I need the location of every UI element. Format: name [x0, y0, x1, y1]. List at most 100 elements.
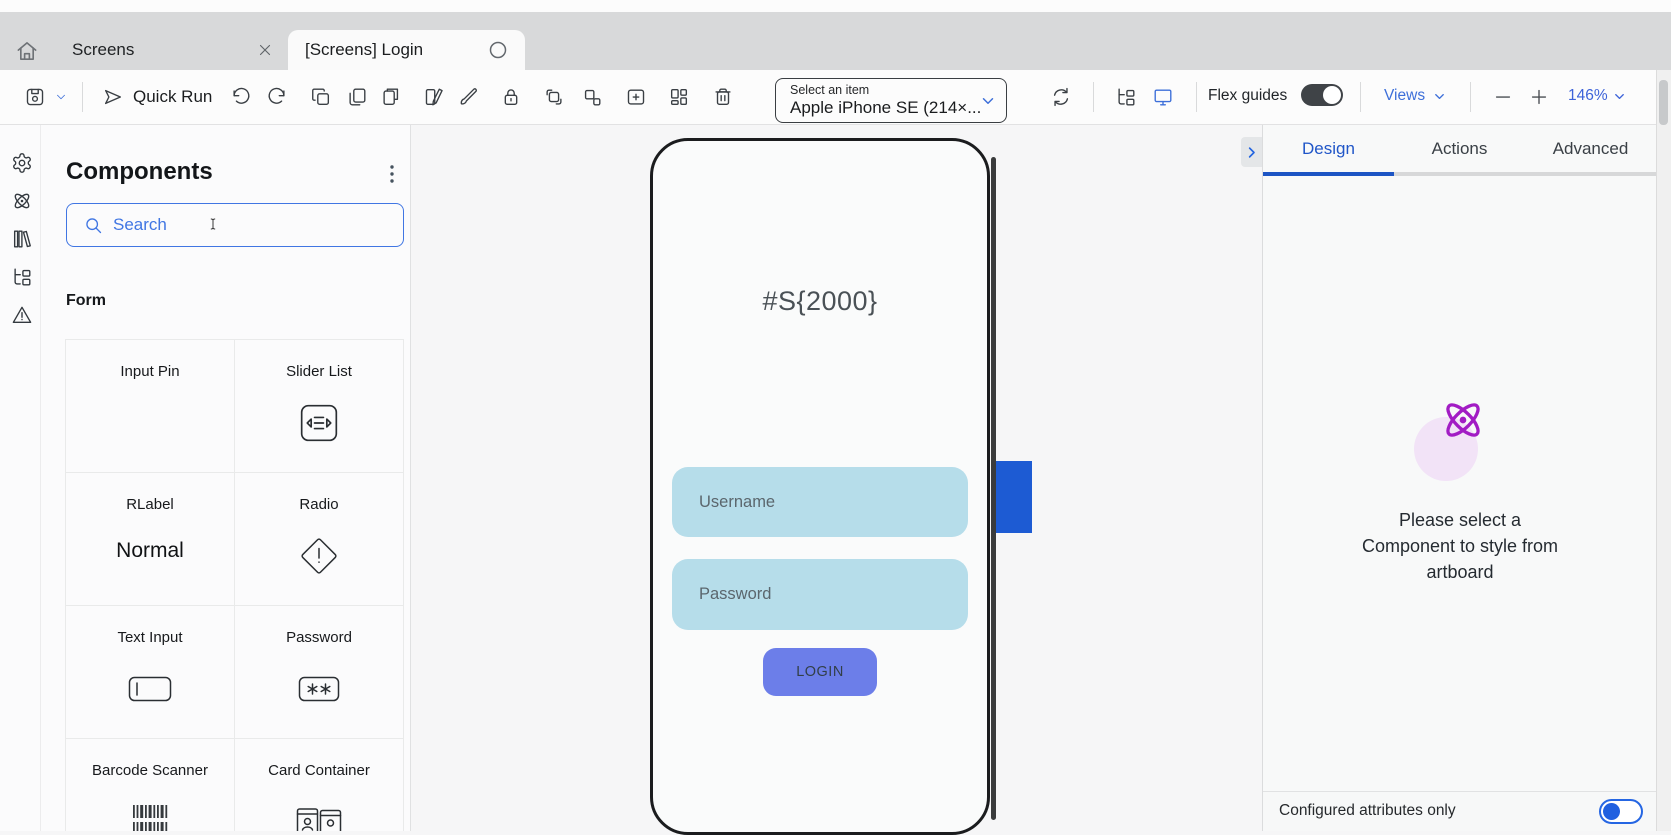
chevron-down-icon: [1432, 89, 1447, 104]
artboard-screen-title[interactable]: #S{2000}: [653, 286, 987, 317]
component-label: Password: [235, 629, 403, 646]
component-item-barcode-scanner[interactable]: Barcode Scanner: [66, 739, 235, 831]
duplicate-button[interactable]: [346, 86, 368, 108]
zoom-in-button[interactable]: [1528, 86, 1550, 108]
views-dropdown[interactable]: Views: [1384, 87, 1425, 105]
toolbar-divider: [82, 82, 83, 112]
group-button[interactable]: [543, 86, 565, 108]
components-panel: Components Form Input Pin Slider List RL…: [41, 125, 410, 831]
chevron-down-icon: [979, 92, 997, 110]
component-item-slider-list[interactable]: Slider List: [235, 340, 404, 473]
delete-button[interactable]: [712, 86, 734, 108]
warnings-rail-button[interactable]: [11, 304, 33, 326]
components-icon: [11, 190, 33, 212]
preview-icon: [1152, 86, 1174, 108]
login-button[interactable]: LOGIN: [763, 648, 877, 696]
device-selector-label: Select an item: [790, 83, 869, 97]
save-icon: [24, 86, 46, 108]
lock-icon: [500, 86, 522, 108]
atom-illustration: [1263, 395, 1657, 485]
close-tab-button[interactable]: [256, 41, 274, 59]
theme-icon: [423, 86, 445, 108]
text-input-icon: [128, 676, 172, 702]
ungroup-button[interactable]: [581, 86, 603, 108]
copy-button[interactable]: [310, 86, 332, 108]
redo-button[interactable]: [266, 86, 288, 108]
hierarchy-rail-button[interactable]: [11, 266, 33, 288]
tree-view-icon: [1115, 86, 1137, 108]
component-label: RLabel: [66, 496, 234, 513]
tab-design[interactable]: Design: [1263, 139, 1394, 159]
add-screen-button[interactable]: [625, 86, 647, 108]
component-item-text-input[interactable]: Text Input: [66, 606, 235, 739]
component-item-password[interactable]: Password: [235, 606, 404, 739]
selection-rect[interactable]: [994, 461, 1032, 533]
components-panel-title: Components: [66, 158, 213, 186]
sync-button[interactable]: [1050, 86, 1072, 108]
tab-label: [Screens] Login: [305, 40, 423, 60]
preview-button[interactable]: [1152, 86, 1174, 108]
configured-attributes-toggle[interactable]: [1599, 799, 1643, 824]
quick-run-icon: [102, 86, 124, 108]
tab-actions[interactable]: Actions: [1394, 139, 1525, 159]
app-scrollbar[interactable]: [1656, 70, 1671, 831]
password-icon: [298, 676, 340, 702]
empty-state: Please select a Component to style from …: [1263, 395, 1657, 585]
paste-button[interactable]: [380, 86, 402, 108]
slider-list-icon: [300, 404, 338, 442]
component-search-input[interactable]: [111, 206, 385, 244]
lock-button[interactable]: [500, 86, 522, 108]
barcode-icon: [130, 805, 170, 831]
library-rail-button[interactable]: [11, 228, 33, 250]
flex-guides-label: Flex guides: [1208, 87, 1287, 105]
brush-icon: [458, 86, 480, 108]
tab-screens[interactable]: Screens: [72, 40, 134, 60]
form-section-title: Form: [66, 292, 106, 310]
component-label: Text Input: [66, 629, 234, 646]
quick-run-label[interactable]: Quick Run: [133, 87, 212, 107]
settings-icon: [11, 152, 33, 174]
layout-icon: [668, 86, 690, 108]
design-canvas[interactable]: #S{2000} Username Password LOGIN: [411, 125, 1262, 831]
tree-view-button[interactable]: [1115, 86, 1137, 108]
components-menu-button[interactable]: [385, 163, 399, 185]
save-options-button[interactable]: [54, 90, 68, 112]
tab-bar: Screens [Screens] Login: [0, 12, 1671, 70]
password-field[interactable]: Password: [672, 559, 968, 630]
home-button[interactable]: [14, 38, 40, 64]
app-scrollbar-thumb[interactable]: [1659, 80, 1668, 125]
radio-icon: [296, 533, 342, 579]
expand-panel-button[interactable]: [1241, 137, 1262, 167]
home-icon: [14, 38, 40, 64]
username-field[interactable]: Username: [672, 467, 968, 537]
component-item-radio[interactable]: Radio: [235, 473, 404, 606]
flex-guides-toggle[interactable]: [1301, 84, 1343, 106]
layout-button[interactable]: [668, 86, 690, 108]
quick-run-button[interactable]: [102, 86, 124, 108]
device-selector[interactable]: Select an item Apple iPhone SE (214×...: [775, 78, 1007, 123]
brush-button[interactable]: [458, 86, 480, 108]
tab-screens-login[interactable]: [Screens] Login: [288, 30, 525, 70]
tab-advanced[interactable]: Advanced: [1525, 139, 1656, 159]
rlabel-preview-text: Normal: [66, 539, 234, 563]
component-item-card-container[interactable]: Card Container: [235, 739, 404, 831]
component-item-input-pin[interactable]: Input Pin: [66, 340, 235, 473]
zoom-in-icon: [1528, 86, 1550, 108]
save-button[interactable]: [24, 86, 46, 108]
component-item-rlabel[interactable]: RLabel Normal: [66, 473, 235, 606]
zoom-out-button[interactable]: [1492, 86, 1514, 108]
components-grid: Input Pin Slider List RLabel Normal Radi…: [65, 339, 404, 831]
device-selector-value: Apple iPhone SE (214×...: [790, 98, 981, 118]
zoom-level-dropdown[interactable]: 146%: [1568, 87, 1608, 105]
tab-status-circle-icon: [488, 40, 508, 60]
settings-rail-button[interactable]: [11, 152, 33, 174]
search-icon: [83, 215, 104, 236]
chevron-down-icon: [54, 90, 68, 104]
theme-button[interactable]: [423, 86, 445, 108]
components-rail-button[interactable]: [11, 190, 33, 212]
library-icon: [11, 228, 33, 250]
undo-button[interactable]: [230, 86, 252, 108]
component-label: Slider List: [235, 363, 403, 380]
phone-artboard[interactable]: #S{2000} Username Password LOGIN: [650, 138, 990, 835]
close-icon: [256, 41, 274, 59]
